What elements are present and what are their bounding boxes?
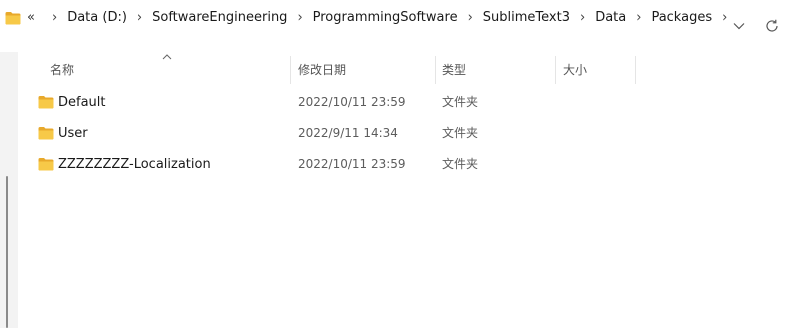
column-divider[interactable] [555,56,556,84]
breadcrumb-item-packages[interactable]: Packages [649,8,714,28]
chevron-right-icon[interactable]: › [460,7,481,29]
folder-icon [38,158,54,171]
file-type: 文件夹 [442,126,479,140]
chevron-right-icon[interactable]: › [129,7,150,29]
file-name: User [58,125,88,141]
breadcrumb-item-programmingsoftware[interactable]: ProgrammingSoftware [311,8,460,28]
chevron-right-icon[interactable]: › [44,7,65,29]
file-name: Default [58,94,106,110]
list-item[interactable]: ZZZZZZZZ-Localization 2022/10/11 23:59 文… [30,149,650,179]
breadcrumb: › Data (D:) › SoftwareEngineering › Prog… [44,8,735,28]
name-cell: Default [38,87,106,117]
list-item[interactable]: Default 2022/10/11 23:59 文件夹 [30,87,650,117]
breadcrumb-item-data[interactable]: Data [593,8,628,28]
column-header-name[interactable]: 名称 [50,58,280,82]
file-type: 文件夹 [442,157,479,171]
date-modified: 2022/10/11 23:59 [298,95,406,109]
name-cell: User [38,118,88,148]
folder-icon [38,127,54,140]
navigation-scrollbar[interactable] [6,176,8,328]
chevron-down-icon [733,23,745,30]
chevron-right-icon[interactable]: › [289,7,310,29]
column-divider[interactable] [435,56,436,84]
folder-icon [5,12,21,25]
chevron-right-icon[interactable]: › [572,7,593,29]
breadcrumb-item-softwareengineering[interactable]: SoftwareEngineering [150,8,289,28]
column-header-modified[interactable]: 修改日期 [298,58,428,82]
file-name: ZZZZZZZZ-Localization [58,156,211,172]
refresh-button[interactable] [762,16,782,36]
name-cell: ZZZZZZZZ-Localization [38,149,211,179]
column-header-type[interactable]: 类型 [442,58,542,82]
navigation-pane[interactable] [0,52,18,328]
date-modified: 2022/9/11 14:34 [298,126,398,140]
column-divider[interactable] [635,56,636,84]
folder-icon [38,96,54,109]
refresh-icon [766,19,778,32]
column-header-size[interactable]: 大小 [563,58,633,82]
file-explorer-window: « › Data (D:) › SoftwareEngineering › Pr… [0,0,797,328]
list-item[interactable]: User 2022/9/11 14:34 文件夹 [30,118,650,148]
date-modified: 2022/10/11 23:59 [298,157,406,171]
breadcrumb-item-sublimetext3[interactable]: SublimeText3 [481,8,572,28]
address-bar: « › Data (D:) › SoftwareEngineering › Pr… [0,0,797,52]
chevron-right-icon[interactable]: › [628,7,649,29]
address-history-dropdown-button[interactable] [729,16,749,36]
breadcrumb-item-drive[interactable]: Data (D:) [65,8,129,28]
column-divider[interactable] [290,56,291,84]
file-type: 文件夹 [442,95,479,109]
overflow-crumbs-button[interactable]: « [27,8,35,28]
